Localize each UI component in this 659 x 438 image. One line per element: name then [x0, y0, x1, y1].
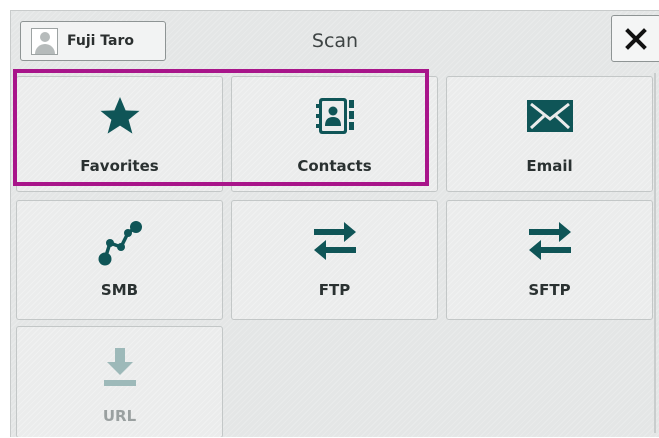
tile-smb[interactable]: SMB: [16, 200, 223, 320]
transfer-arrows-icon: [528, 222, 571, 260]
tile-url[interactable]: URL: [16, 326, 223, 437]
network-nodes-icon: [98, 221, 142, 266]
transfer-arrows-icon: [313, 222, 356, 260]
download-icon: [103, 348, 136, 386]
tile-email[interactable]: Email: [446, 76, 653, 192]
tile-sftp[interactable]: SFTP: [446, 200, 653, 320]
tile-label: URL: [102, 407, 137, 425]
close-button[interactable]: [611, 15, 659, 62]
scan-screen: Fuji Taro Scan Favorites Contacts Email …: [10, 10, 659, 437]
close-icon: [625, 28, 647, 50]
tile-label: SFTP: [528, 281, 571, 299]
tile-label: SMB: [100, 281, 139, 299]
page-title: Scan: [311, 30, 359, 52]
header: Fuji Taro Scan: [11, 11, 659, 73]
tile-label: FTP: [318, 281, 351, 299]
tile-label: Email: [526, 157, 573, 175]
scrollbar[interactable]: [654, 73, 656, 433]
selection-highlight: [13, 69, 429, 186]
tile-ftp[interactable]: FTP: [231, 200, 438, 320]
envelope-icon: [526, 100, 573, 132]
